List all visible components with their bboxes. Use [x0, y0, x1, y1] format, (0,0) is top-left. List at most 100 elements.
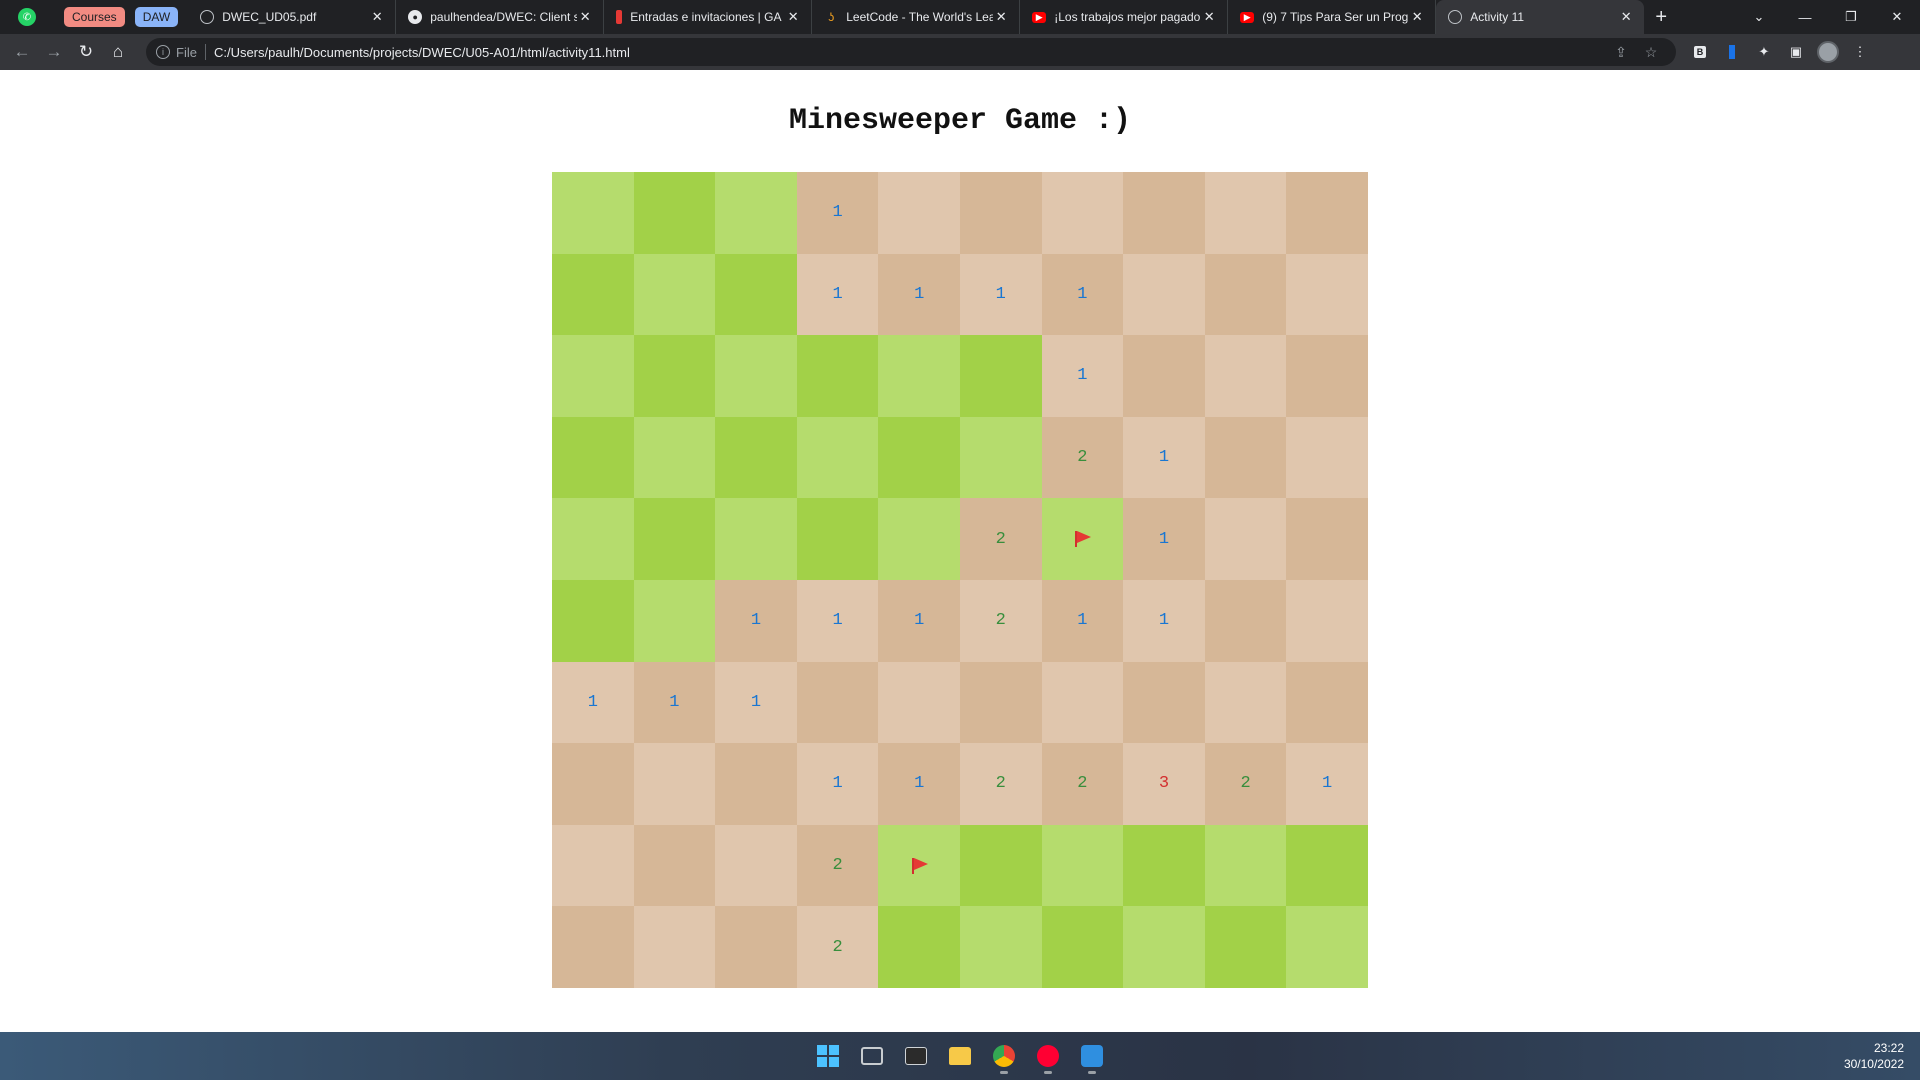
covered-cell[interactable]	[715, 253, 797, 336]
revealed-empty-cell[interactable]	[1204, 253, 1287, 336]
tab-activity-11[interactable]: Activity 11 ✕	[1436, 0, 1645, 34]
revealed-number-cell[interactable]: 1	[552, 661, 634, 744]
covered-cell[interactable]	[959, 824, 1042, 907]
revealed-empty-cell[interactable]	[1123, 335, 1205, 417]
close-icon[interactable]: ✕	[1201, 9, 1217, 25]
close-icon[interactable]: ✕	[1618, 9, 1634, 25]
revealed-number-cell[interactable]: 2	[959, 743, 1042, 825]
covered-cell[interactable]	[1286, 906, 1368, 988]
forward-button[interactable]: →	[38, 36, 70, 68]
revealed-number-cell[interactable]: 1	[715, 661, 797, 744]
revealed-empty-cell[interactable]	[796, 661, 879, 744]
youtube-music-taskbar-button[interactable]	[1026, 1036, 1070, 1076]
terminal-taskbar-button[interactable]	[894, 1036, 938, 1076]
close-icon[interactable]: ✕	[577, 9, 593, 25]
system-clock[interactable]: 23:22 30/10/2022	[1844, 1040, 1904, 1072]
revealed-empty-cell[interactable]	[1041, 172, 1124, 254]
covered-cell[interactable]	[633, 416, 716, 499]
revealed-empty-cell[interactable]	[1286, 172, 1368, 254]
file-explorer-taskbar-button[interactable]	[938, 1036, 982, 1076]
new-tab-button[interactable]: +	[1644, 0, 1678, 34]
covered-cell[interactable]	[552, 253, 634, 336]
covered-cell[interactable]	[1123, 824, 1205, 907]
revealed-number-cell[interactable]: 2	[959, 498, 1042, 580]
close-icon[interactable]: ✕	[785, 9, 801, 25]
close-icon[interactable]: ✕	[1409, 9, 1425, 25]
close-icon[interactable]: ✕	[369, 9, 385, 25]
revealed-empty-cell[interactable]	[1123, 253, 1205, 336]
task-view-taskbar-button[interactable]	[850, 1036, 894, 1076]
tab-youtube-2[interactable]: ▶ (9) 7 Tips Para Ser un Progr ✕	[1228, 0, 1437, 34]
covered-cell[interactable]	[552, 416, 634, 499]
flagged-cell[interactable]	[1041, 498, 1124, 580]
share-icon[interactable]: ⇪	[1606, 44, 1636, 61]
revealed-number-cell[interactable]: 1	[1041, 335, 1124, 417]
bookmark-star-icon[interactable]: ☆	[1636, 44, 1666, 61]
covered-cell[interactable]	[633, 253, 716, 336]
revealed-empty-cell[interactable]	[1123, 661, 1205, 744]
covered-cell[interactable]	[552, 335, 634, 417]
covered-cell[interactable]	[959, 335, 1042, 417]
covered-cell[interactable]	[715, 172, 797, 254]
revealed-empty-cell[interactable]	[1204, 335, 1287, 417]
revealed-number-cell[interactable]: 2	[796, 824, 879, 907]
revealed-number-cell[interactable]: 1	[878, 253, 960, 336]
chrome-taskbar-button[interactable]	[982, 1036, 1026, 1076]
revealed-empty-cell[interactable]	[552, 824, 634, 907]
covered-cell[interactable]	[878, 416, 960, 499]
revealed-empty-cell[interactable]	[1204, 661, 1287, 744]
tab-group-daw[interactable]: DAW	[134, 7, 179, 27]
covered-cell[interactable]	[796, 335, 879, 417]
revealed-number-cell[interactable]: 2	[1204, 743, 1287, 825]
revealed-empty-cell[interactable]	[1041, 661, 1124, 744]
revealed-number-cell[interactable]: 1	[633, 661, 716, 744]
revealed-empty-cell[interactable]	[552, 743, 634, 825]
revealed-number-cell[interactable]: 1	[1123, 498, 1205, 580]
revealed-empty-cell[interactable]	[1286, 253, 1368, 336]
revealed-empty-cell[interactable]	[959, 172, 1042, 254]
back-button[interactable]: ←	[6, 36, 38, 68]
close-icon[interactable]: ✕	[993, 9, 1009, 25]
revealed-number-cell[interactable]: 2	[1041, 416, 1124, 499]
revealed-number-cell[interactable]: 1	[959, 253, 1042, 336]
url-text[interactable]: C:/Users/paulh/Documents/projects/DWEC/U…	[214, 45, 1606, 60]
covered-cell[interactable]	[959, 906, 1042, 988]
covered-cell[interactable]	[1204, 824, 1287, 907]
revealed-empty-cell[interactable]	[1286, 416, 1368, 499]
start-taskbar-button[interactable]	[806, 1036, 850, 1076]
covered-cell[interactable]	[1123, 906, 1205, 988]
extension-b-icon[interactable]: B	[1684, 36, 1716, 68]
revealed-empty-cell[interactable]	[715, 743, 797, 825]
revealed-empty-cell[interactable]	[1204, 172, 1287, 254]
side-panel-icon[interactable]: ▣	[1780, 36, 1812, 68]
home-button[interactable]: ⌂	[102, 36, 134, 68]
revealed-empty-cell[interactable]	[1286, 579, 1368, 662]
covered-cell[interactable]	[1286, 824, 1368, 907]
revealed-number-cell[interactable]: 1	[796, 253, 879, 336]
covered-cell[interactable]	[633, 498, 716, 580]
revealed-number-cell[interactable]: 1	[878, 579, 960, 662]
covered-cell[interactable]	[1041, 824, 1124, 907]
revealed-number-cell[interactable]: 1	[1286, 743, 1368, 825]
vscode-taskbar-button[interactable]	[1070, 1036, 1114, 1076]
revealed-empty-cell[interactable]	[1286, 661, 1368, 744]
revealed-empty-cell[interactable]	[1204, 416, 1287, 499]
revealed-empty-cell[interactable]	[633, 743, 716, 825]
revealed-empty-cell[interactable]	[1286, 335, 1368, 417]
covered-cell[interactable]	[796, 416, 879, 499]
revealed-number-cell[interactable]: 1	[796, 172, 879, 254]
covered-cell[interactable]	[552, 579, 634, 662]
revealed-empty-cell[interactable]	[1204, 498, 1287, 580]
covered-cell[interactable]	[715, 498, 797, 580]
revealed-number-cell[interactable]: 1	[1123, 416, 1205, 499]
covered-cell[interactable]	[552, 498, 634, 580]
revealed-empty-cell[interactable]	[1286, 498, 1368, 580]
revealed-number-cell[interactable]: 1	[1041, 253, 1124, 336]
info-icon[interactable]: i	[156, 45, 170, 59]
tab-entradas[interactable]: Entradas e invitaciones | GA ✕	[604, 0, 813, 34]
reload-button[interactable]: ↻	[70, 36, 102, 68]
covered-cell[interactable]	[796, 498, 879, 580]
revealed-number-cell[interactable]: 3	[1123, 743, 1205, 825]
revealed-number-cell[interactable]: 2	[1041, 743, 1124, 825]
revealed-number-cell[interactable]: 2	[959, 579, 1042, 662]
